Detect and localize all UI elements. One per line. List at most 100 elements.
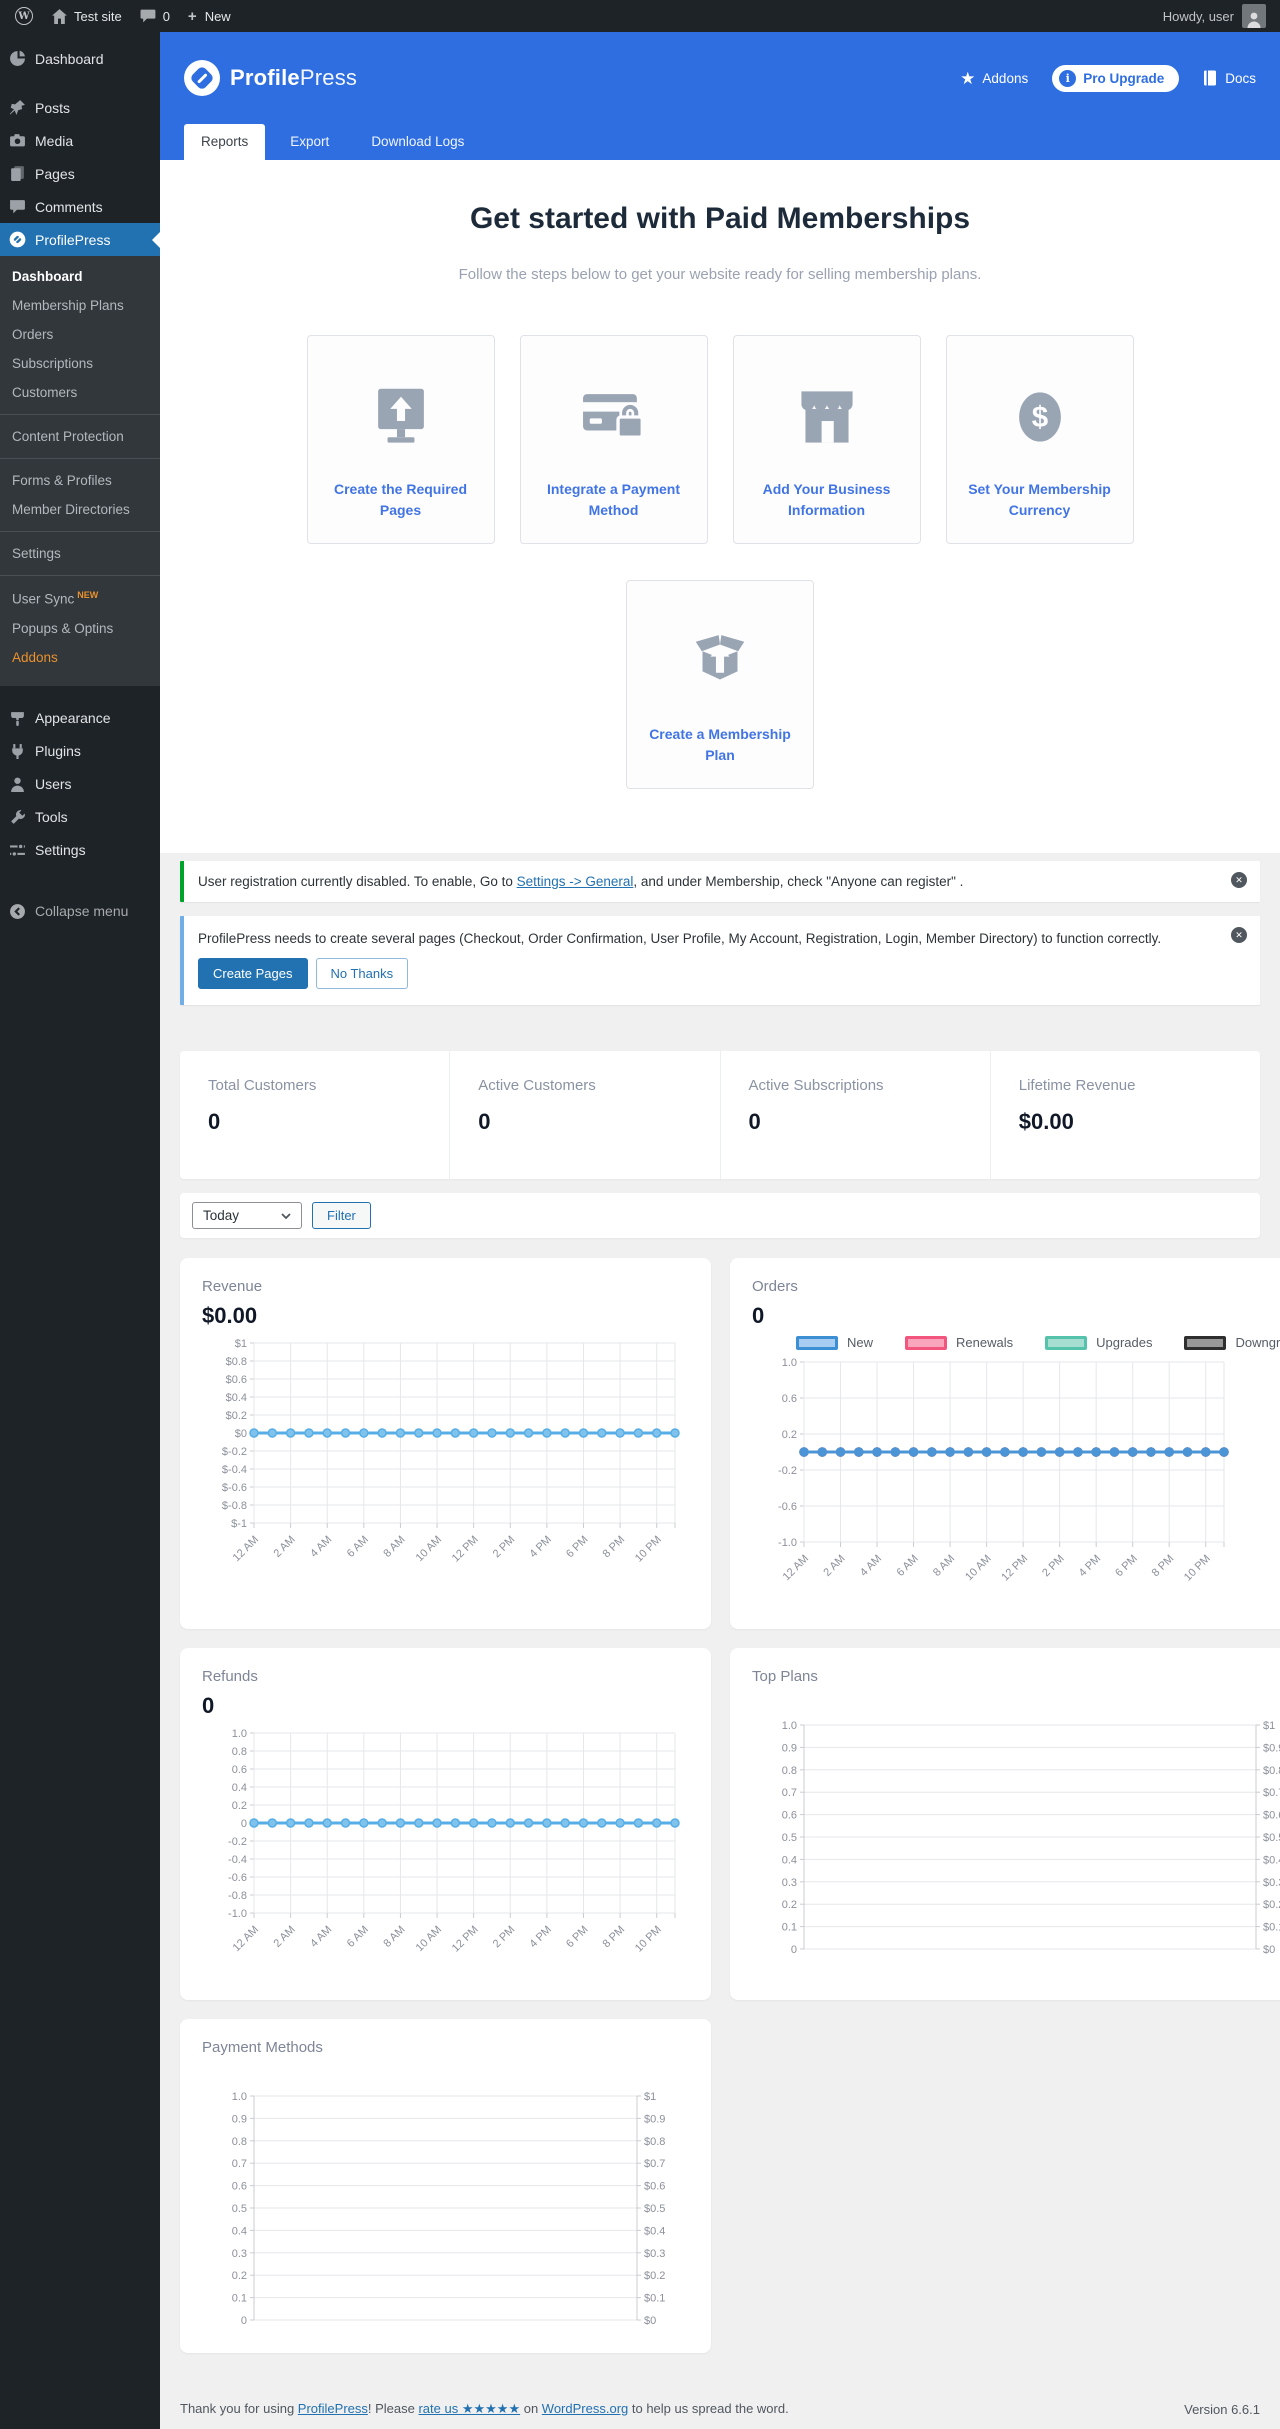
stat-lifetime-revenue: Lifetime Revenue $0.00 <box>991 1051 1260 1179</box>
svg-text:$0.4: $0.4 <box>644 2225 665 2237</box>
legend-item[interactable]: New <box>796 1335 873 1350</box>
chart-title: Top Plans <box>752 1668 818 1685</box>
card-label: Add Your Business Information <box>762 481 891 518</box>
card-integrate-payment-method[interactable]: Integrate a Payment Method <box>519 335 708 544</box>
sidebar-item-media[interactable]: Media <box>0 124 160 157</box>
submenu-item-settings[interactable]: Settings <box>0 539 160 568</box>
revenue-chart-card: Revenue $0.00 $1 $0.8 $0.6 $0.4 $0.2 $0 $-0.2 $… <box>180 1258 711 1629</box>
settings-general-link[interactable]: Settings -> General <box>517 874 634 889</box>
card-label: Integrate a Payment Method <box>546 481 681 518</box>
sidebar-collapse-menu[interactable]: Collapse menu <box>0 895 160 928</box>
submenu-item-content-protection[interactable]: Content Protection <box>0 422 160 451</box>
submenu-item-forms-profiles[interactable]: Forms & Profiles <box>0 466 160 495</box>
refunds-chart-card: Refunds 0 1.0 0.8 0.6 0.4 0.2 0 -0.2 -0.4 -0.6 -0… <box>180 1648 711 2000</box>
credit-card-lock-icon <box>582 393 644 439</box>
svg-text:0.9: 0.9 <box>232 2113 247 2125</box>
svg-text:0.4: 0.4 <box>232 1782 247 1794</box>
submenu-item-membership-plans[interactable]: Membership Plans <box>0 291 160 320</box>
submenu-item-customers[interactable]: Customers <box>0 378 160 407</box>
sidebar-item-appearance[interactable]: Appearance <box>0 702 160 735</box>
howdy-user-link[interactable]: Howdy, user <box>1163 9 1234 24</box>
book-icon <box>1204 70 1217 86</box>
sidebar-item-label: Posts <box>35 99 71 116</box>
sidebar-item-posts[interactable]: Posts <box>0 91 160 124</box>
submenu-item-member-directories[interactable]: Member Directories <box>0 495 160 524</box>
svg-text:-0.8: -0.8 <box>228 1890 247 1902</box>
sidebar-item-pages[interactable]: Pages <box>0 157 160 190</box>
legend-item[interactable]: Renewals <box>905 1335 1013 1350</box>
profilepress-brand[interactable]: ProfilePress <box>184 60 357 96</box>
svg-text:8 PM: 8 PM <box>601 1534 628 1561</box>
sidebar-item-tools[interactable]: Tools <box>0 801 160 834</box>
tab-export[interactable]: Export <box>273 124 346 160</box>
site-name-link[interactable]: Test site <box>42 0 131 32</box>
svg-text:$0.4: $0.4 <box>226 1392 247 1404</box>
create-pages-button[interactable]: Create Pages <box>198 958 308 989</box>
stat-label: Total Customers <box>208 1077 317 1094</box>
submenu-item-orders[interactable]: Orders <box>0 320 160 349</box>
camera-icon <box>10 134 25 147</box>
stat-label: Lifetime Revenue <box>1018 1077 1136 1094</box>
footer-thanks-text: Thank you for using ProfilePress! Please… <box>180 2401 789 2416</box>
svg-text:0.1: 0.1 <box>782 1922 797 1934</box>
sidebar-item-settings[interactable]: Settings <box>0 834 160 867</box>
comments-link[interactable]: 0 <box>131 0 179 32</box>
svg-text:$0.2: $0.2 <box>226 1410 247 1422</box>
submenu-item-popups-optins[interactable]: Popups & Optins <box>0 614 160 643</box>
rate-us-link[interactable]: rate us ★★★★★ <box>418 2401 520 2416</box>
card-add-business-information[interactable]: Add Your Business Information <box>732 335 921 544</box>
stat-active-subscriptions: Active Subscriptions 0 <box>721 1051 991 1179</box>
wordpress-org-link[interactable]: WordPress.org <box>542 2401 628 2416</box>
wordpress-logo-menu[interactable]: W <box>6 0 42 32</box>
svg-text:8 PM: 8 PM <box>601 1924 628 1951</box>
profilepress-logo-icon <box>184 60 220 96</box>
orders-chart-card: Orders 0 New Renewals Upgrades Downgrades 1.… <box>730 1258 1280 1629</box>
addons-link[interactable]: ★ Addons <box>960 70 1028 87</box>
legend-item[interactable]: Upgrades <box>1045 1335 1152 1350</box>
submenu-item-dashboard[interactable]: Dashboard <box>0 262 160 291</box>
tab-reports[interactable]: Reports <box>184 124 266 160</box>
submenu-item-user-sync[interactable]: User Sync NEW <box>0 583 160 614</box>
chart-title: Orders <box>752 1278 798 1295</box>
card-set-membership-currency[interactable]: $ Set Your Membership Currency <box>945 335 1134 544</box>
tab-download-logs[interactable]: Download Logs <box>354 124 481 160</box>
plugin-icon <box>12 743 23 759</box>
no-thanks-button[interactable]: No Thanks <box>315 958 409 989</box>
monitor-upload-icon <box>377 388 424 443</box>
submenu-item-addons[interactable]: Addons <box>0 643 160 672</box>
svg-text:-1.0: -1.0 <box>778 1537 797 1549</box>
dismiss-notice-icon[interactable]: ✕ <box>1231 927 1247 943</box>
filter-button[interactable]: Filter <box>312 1202 371 1229</box>
svg-text:0.2: 0.2 <box>782 1899 797 1911</box>
sidebar-item-users[interactable]: Users <box>0 768 160 801</box>
svg-text:$0.3: $0.3 <box>644 2248 665 2260</box>
svg-text:8 AM: 8 AM <box>381 1534 407 1560</box>
docs-link[interactable]: Docs <box>1203 70 1256 86</box>
svg-text:$0: $0 <box>644 2315 656 2327</box>
svg-text:$0.5: $0.5 <box>644 2203 665 2215</box>
pro-upgrade-button[interactable]: i Pro Upgrade <box>1052 64 1180 92</box>
notice-text: User registration currently disabled. To… <box>198 874 517 889</box>
svg-text:0: 0 <box>241 1818 247 1830</box>
dismiss-notice-icon[interactable]: ✕ <box>1231 872 1247 888</box>
user-avatar[interactable] <box>1242 4 1266 28</box>
card-create-membership-plan[interactable]: Create a Membership Plan <box>626 580 814 789</box>
submenu-item-subscriptions[interactable]: Subscriptions <box>0 349 160 378</box>
card-create-required-pages[interactable]: Create the Required Pages <box>306 335 495 544</box>
sidebar-item-comments[interactable]: Comments <box>0 190 160 223</box>
svg-text:0.3: 0.3 <box>782 1877 797 1889</box>
date-range-select[interactable]: Today <box>192 1202 302 1229</box>
chart-value: 0 <box>752 1303 765 1328</box>
submenu-separator <box>0 458 160 459</box>
submenu-separator <box>0 531 160 532</box>
docs-label: Docs <box>1225 70 1256 86</box>
sidebar-item-profilepress[interactable]: ProfilePress <box>0 223 160 256</box>
svg-text:2 PM: 2 PM <box>1040 1553 1067 1580</box>
new-content-button[interactable]: + New <box>179 0 240 32</box>
profilepress-footer-link[interactable]: ProfilePress <box>298 2401 368 2416</box>
legend-item[interactable]: Downgrades <box>1184 1335 1280 1350</box>
sidebar-item-plugins[interactable]: Plugins <box>0 735 160 768</box>
date-range-value: Today <box>203 1208 240 1223</box>
svg-text:-1.0: -1.0 <box>228 1908 247 1920</box>
sidebar-item-dashboard[interactable]: Dashboard <box>0 42 160 75</box>
